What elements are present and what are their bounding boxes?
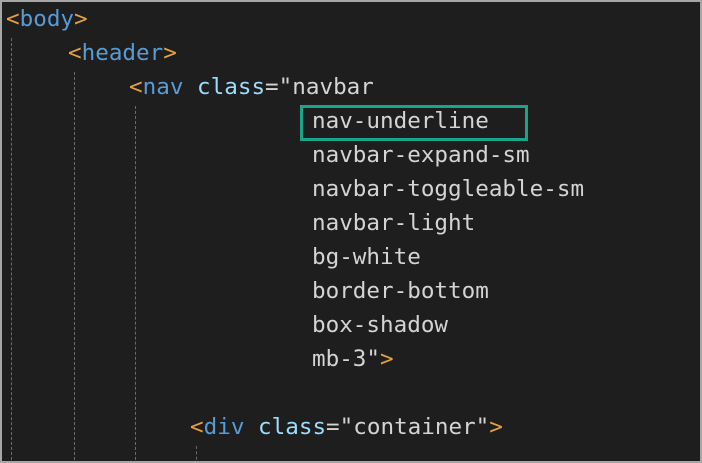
- tag-close-bracket: >: [380, 346, 394, 372]
- class-token: navbar-toggleable-sm: [312, 176, 585, 202]
- attribute-name: class: [258, 414, 327, 440]
- class-token: navbar-expand-sm: [312, 142, 530, 168]
- code-line-class-navbar-expand-sm[interactable]: navbar-expand-sm: [312, 138, 530, 172]
- code-content: <body> <header> <nav class="navbar nav-u…: [2, 2, 700, 461]
- class-token: mb-3": [312, 346, 381, 372]
- code-line-header[interactable]: <header>: [68, 36, 177, 70]
- tag-close-bracket: >: [163, 40, 177, 66]
- code-line-class-border-bottom[interactable]: border-bottom: [312, 274, 489, 308]
- class-token: bg-white: [312, 244, 421, 270]
- attribute-equals: =: [265, 74, 279, 100]
- tag-name: nav: [142, 74, 184, 100]
- tag-close-bracket: >: [74, 6, 88, 32]
- code-line-class-box-shadow[interactable]: box-shadow: [312, 308, 448, 342]
- code-line-div-container[interactable]: <div class="container">: [190, 410, 503, 444]
- code-editor-panel: <body> <header> <nav class="navbar nav-u…: [0, 0, 702, 463]
- highlight-box-nav-underline: [300, 105, 528, 141]
- tag-open-bracket: <: [190, 414, 204, 440]
- tag-name: body: [19, 6, 75, 32]
- attribute-value: "container": [339, 414, 490, 440]
- class-token: navbar-light: [312, 210, 476, 236]
- tag-name: header: [81, 40, 164, 66]
- code-line-class-mb-3[interactable]: mb-3">: [312, 342, 394, 376]
- attribute-name: class: [197, 74, 266, 100]
- code-line-body[interactable]: <body>: [6, 2, 88, 36]
- tag-open-bracket: <: [68, 40, 82, 66]
- tag-open-bracket: <: [129, 74, 143, 100]
- code-line-class-navbar-light[interactable]: navbar-light: [312, 206, 475, 240]
- attribute-value: "navbar: [278, 74, 374, 100]
- tag-name: div: [203, 414, 245, 440]
- tag-close-bracket: >: [489, 414, 503, 440]
- code-line-class-bg-white[interactable]: bg-white: [312, 240, 421, 274]
- code-line-class-navbar-toggleable-sm[interactable]: navbar-toggleable-sm: [312, 172, 584, 206]
- tag-open-bracket: <: [6, 6, 20, 32]
- attribute-equals: =: [326, 414, 340, 440]
- class-token: border-bottom: [312, 278, 489, 304]
- class-token: box-shadow: [312, 312, 449, 338]
- code-line-nav[interactable]: <nav class="navbar: [129, 70, 374, 104]
